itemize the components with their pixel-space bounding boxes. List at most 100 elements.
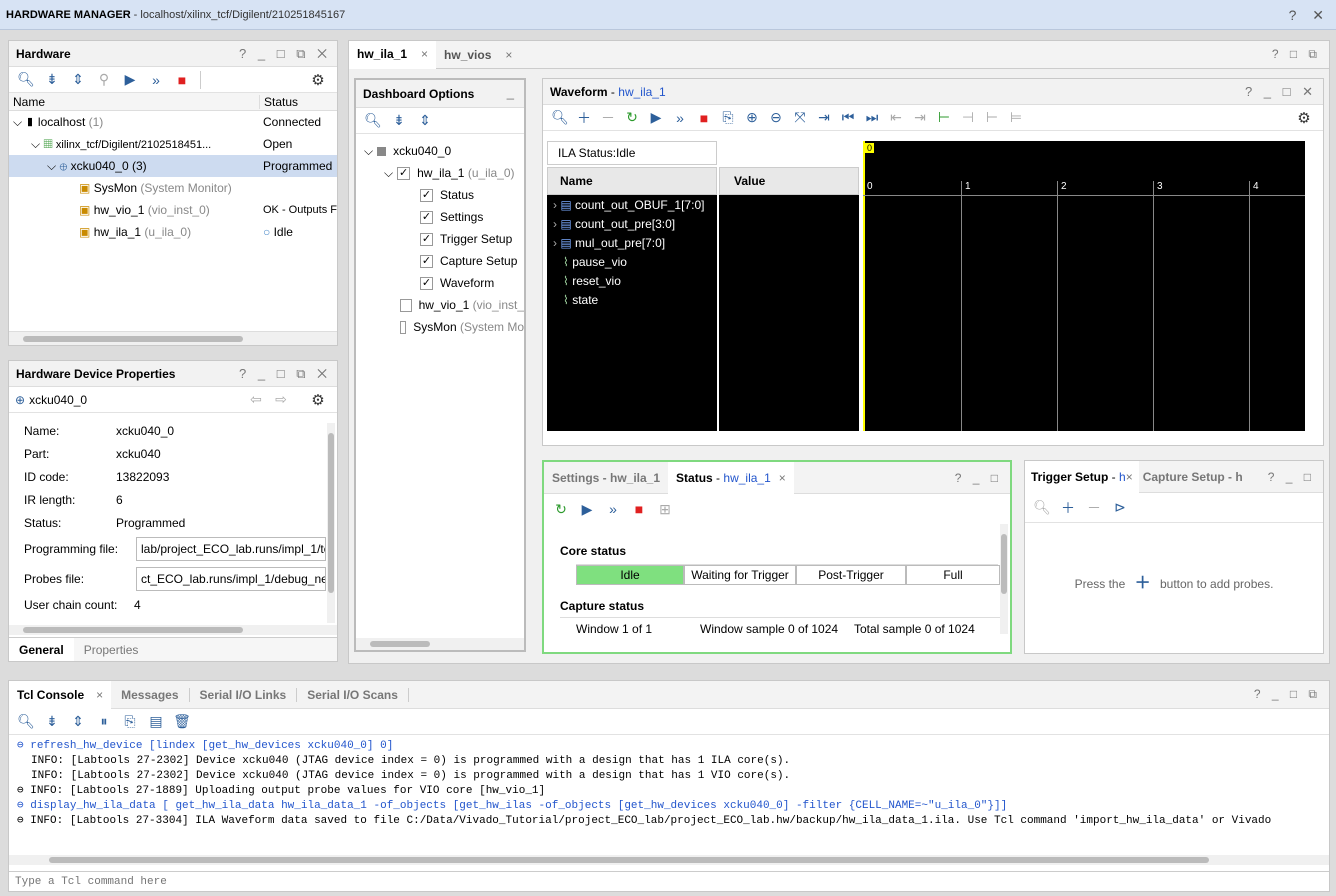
auto-connect-icon[interactable]: ⚲ bbox=[93, 69, 115, 91]
swap-cursors-icon[interactable]: ⊨ bbox=[1005, 107, 1027, 129]
checkbox[interactable]: ✓ bbox=[420, 188, 433, 202]
cursor-icon[interactable]: ⇥ bbox=[813, 107, 835, 129]
collapse-all-icon[interactable]: ⇟ bbox=[41, 69, 63, 91]
tab-tcl-console[interactable]: Tcl Console × bbox=[9, 681, 112, 709]
expand-all-icon[interactable]: ⇕ bbox=[414, 110, 436, 132]
dash-sysmon-row[interactable]: SysMon (System Mo bbox=[356, 316, 524, 338]
gear-icon[interactable]: ⚙ bbox=[307, 69, 329, 91]
search-icon[interactable]: 🔍︎ bbox=[362, 110, 384, 132]
run-trigger-icon[interactable]: ▶ bbox=[645, 107, 667, 129]
marker-label[interactable]: 0 bbox=[865, 143, 875, 153]
col-name[interactable]: Name bbox=[9, 95, 259, 109]
properties-controls[interactable]: ? _ □ ⧉ ✕ bbox=[239, 366, 331, 382]
tab-hw-ila-1[interactable]: hw_ila_1 × bbox=[349, 41, 437, 69]
window-controls[interactable]: ? ✕ bbox=[1289, 7, 1330, 24]
signal-row[interactable]: ⌇ state bbox=[547, 290, 717, 309]
col-signal-value[interactable]: Value bbox=[719, 167, 859, 195]
hardware-panel-controls[interactable]: ? _ □ ⧉ ✕ bbox=[239, 46, 331, 62]
tree-row-device[interactable]: ⌵ ⊕ xcku040_0 (3) Programmed bbox=[9, 155, 337, 177]
tree-row-localhost[interactable]: ⌵ ▮ localhost (1) Connected bbox=[9, 111, 337, 133]
horizontal-scrollbar[interactable] bbox=[356, 638, 524, 650]
trigger-condition-icon[interactable]: ⊳ bbox=[1109, 497, 1131, 519]
checkbox[interactable] bbox=[400, 320, 407, 334]
export-icon[interactable]: ⎘ bbox=[717, 107, 739, 129]
tree-row-vio[interactable]: ▣ hw_vio_1 (vio_inst_0) OK - Outputs F bbox=[9, 199, 337, 221]
scrollbar-thumb[interactable] bbox=[23, 336, 243, 342]
tab-messages[interactable]: Messages bbox=[111, 687, 190, 702]
tab-capture-setup[interactable]: Capture Setup - h bbox=[1139, 470, 1247, 484]
checkbox[interactable]: ✓ bbox=[420, 210, 433, 224]
checkbox[interactable] bbox=[400, 298, 412, 312]
close-icon[interactable]: × bbox=[1126, 470, 1133, 484]
collapse-all-icon[interactable]: ⇟ bbox=[388, 110, 410, 132]
signal-row[interactable]: › ▤ mul_out_pre[7:0] bbox=[547, 233, 717, 252]
close-icon[interactable]: × bbox=[505, 48, 512, 62]
status-controls[interactable]: ? _ □ bbox=[955, 471, 1002, 485]
close-icon[interactable]: × bbox=[421, 47, 428, 61]
run-immediate-icon[interactable]: » bbox=[602, 498, 624, 520]
search-icon[interactable]: 🔍︎ bbox=[15, 711, 37, 733]
stop-icon[interactable]: ■ bbox=[693, 107, 715, 129]
run-immediate-icon[interactable]: » bbox=[669, 107, 691, 129]
go-end-icon[interactable]: ⏭ bbox=[861, 107, 883, 129]
signal-row[interactable]: › ▤ count_out_pre[3:0] bbox=[547, 214, 717, 233]
add-icon[interactable]: ＋ bbox=[573, 107, 595, 129]
back-arrow-icon[interactable]: ⇦ bbox=[245, 389, 267, 411]
go-start-icon[interactable]: ⏮ bbox=[837, 107, 859, 129]
marker-line[interactable] bbox=[863, 141, 865, 431]
tab-trigger-setup[interactable]: Trigger Setup - h × bbox=[1025, 461, 1139, 493]
main-controls[interactable]: ? □ ⧉ bbox=[1272, 47, 1321, 62]
run-trigger-icon[interactable]: ▶ bbox=[576, 498, 598, 520]
waveform-controls[interactable]: ? _ □ ✕ bbox=[1245, 84, 1317, 100]
partial-check-icon[interactable] bbox=[377, 146, 387, 156]
horizontal-scrollbar[interactable] bbox=[9, 331, 337, 345]
close-icon[interactable]: × bbox=[96, 688, 103, 702]
table-icon[interactable]: ▤ bbox=[145, 711, 167, 733]
expand-all-icon[interactable]: ⇕ bbox=[67, 69, 89, 91]
tab-properties[interactable]: Properties bbox=[74, 643, 149, 657]
console-controls[interactable]: ? _ □ ⧉ bbox=[1254, 687, 1321, 702]
col-signal-name[interactable]: Name bbox=[547, 167, 717, 195]
signal-row[interactable]: › ▤ count_out_OBUF_1[7:0] bbox=[547, 195, 717, 214]
scrollbar-thumb[interactable] bbox=[328, 433, 334, 593]
run-trigger-icon[interactable]: ▶ bbox=[119, 69, 141, 91]
run-immediate-icon[interactable]: » bbox=[145, 69, 167, 91]
dash-item-status[interactable]: ✓ Status bbox=[356, 184, 524, 206]
tab-status[interactable]: Status - hw_ila_1 × bbox=[668, 462, 794, 494]
scrollbar-thumb[interactable] bbox=[1001, 534, 1007, 594]
next-transition-icon[interactable]: ⇥ bbox=[909, 107, 931, 129]
prev-transition-icon[interactable]: ⇤ bbox=[885, 107, 907, 129]
add-icon[interactable]: ＋ bbox=[1057, 497, 1079, 519]
dash-item-trigger[interactable]: ✓ Trigger Setup bbox=[356, 228, 524, 250]
prev-marker-icon[interactable]: ⊣ bbox=[957, 107, 979, 129]
tab-settings[interactable]: Settings - hw_ila_1 bbox=[544, 471, 668, 485]
dash-ila-row[interactable]: ⌵ ✓ hw_ila_1 (u_ila_0) bbox=[356, 162, 524, 184]
trigger-controls[interactable]: ? _ □ bbox=[1267, 469, 1315, 484]
pause-icon[interactable]: ⏸ bbox=[93, 711, 115, 733]
search-icon[interactable]: 🔍︎ bbox=[15, 69, 37, 91]
signal-row[interactable]: ⌇ pause_vio bbox=[547, 252, 717, 271]
tab-hw-vios[interactable]: hw_vios × bbox=[436, 42, 520, 68]
zoom-in-icon[interactable]: ⊕ bbox=[741, 107, 763, 129]
waveform-canvas[interactable]: 0 0 1 2 3 4 bbox=[863, 141, 1305, 431]
waveform-link[interactable]: hw_ila_1 bbox=[618, 85, 665, 99]
minimize-icon[interactable]: _ bbox=[507, 85, 518, 100]
dash-item-waveform[interactable]: ✓ Waveform bbox=[356, 272, 524, 294]
auto-retrigger-icon[interactable]: ↻ bbox=[621, 107, 643, 129]
close-icon[interactable]: × bbox=[779, 471, 786, 485]
search-icon[interactable]: 🔍︎ bbox=[549, 107, 571, 129]
scrollbar-thumb[interactable] bbox=[49, 857, 1209, 863]
remove-icon[interactable]: － bbox=[597, 107, 619, 129]
zoom-out-icon[interactable]: ⊖ bbox=[765, 107, 787, 129]
dash-item-capture[interactable]: ✓ Capture Setup bbox=[356, 250, 524, 272]
tree-row-sysmon[interactable]: ▣ SysMon (System Monitor) bbox=[9, 177, 337, 199]
forward-arrow-icon[interactable]: ⇨ bbox=[270, 389, 292, 411]
tab-general[interactable]: General bbox=[9, 637, 74, 661]
tree-row-target[interactable]: ⌵ ▦ xilinx_tcf/Digilent/2102518451... Op… bbox=[9, 133, 337, 155]
dash-device-row[interactable]: ⌵ xcku040_0 bbox=[356, 140, 524, 162]
col-status[interactable]: Status bbox=[259, 94, 298, 109]
programming-file-field[interactable]: lab/project_ECO_lab.runs/impl_1/tc bbox=[136, 537, 326, 561]
dash-item-settings[interactable]: ✓ Settings bbox=[356, 206, 524, 228]
copy-icon[interactable]: ⎘ bbox=[119, 711, 141, 733]
dash-vio-row[interactable]: hw_vio_1 (vio_inst_ bbox=[356, 294, 524, 316]
